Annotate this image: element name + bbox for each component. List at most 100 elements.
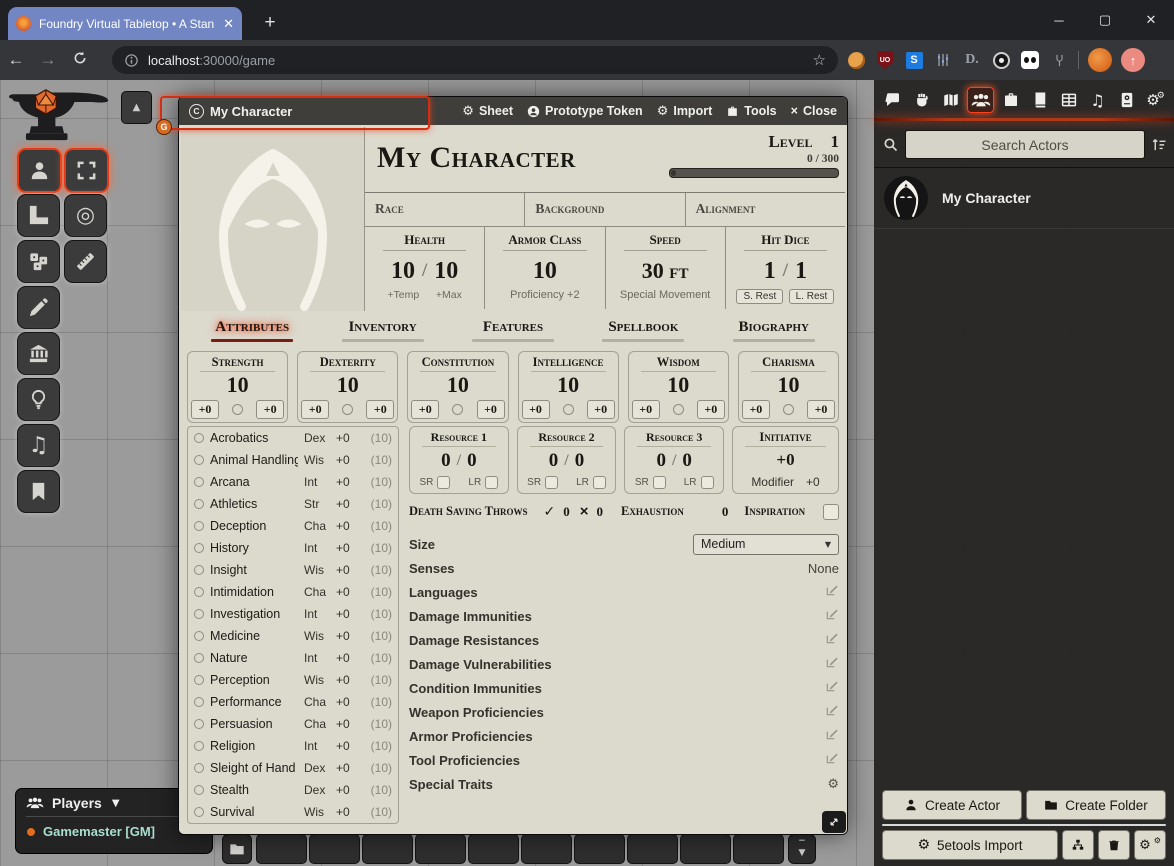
detail-field[interactable]: Race	[365, 193, 524, 226]
skill-proficiency-toggle[interactable]	[194, 785, 204, 795]
nav-collapse-button[interactable]: ▲	[121, 91, 152, 124]
select-targets-button[interactable]	[64, 148, 109, 193]
tab-actors-icon[interactable]	[967, 87, 994, 113]
hd-max[interactable]: 1	[795, 258, 807, 285]
health-block[interactable]: Health 10/10 +Temp+Max	[365, 227, 484, 309]
skill-row[interactable]: Nature Int +0 (10)	[188, 647, 398, 669]
ruler-tool-button[interactable]	[64, 240, 107, 283]
sort-icon[interactable]	[1151, 136, 1168, 153]
reload-button[interactable]	[64, 50, 96, 71]
skill-proficiency-toggle[interactable]	[194, 543, 204, 553]
size-select[interactable]: Medium ▼	[693, 534, 839, 555]
trait-edit-button[interactable]	[825, 703, 839, 722]
ability-block[interactable]: Wisdom 10 +0 +0	[628, 351, 729, 423]
skill-name[interactable]: Arcana	[210, 475, 298, 489]
window-header[interactable]: C My Character ⚙ Sheet	[179, 97, 847, 125]
browser-tab[interactable]: Foundry Virtual Tabletop • A Stan ✕	[8, 7, 242, 40]
hp-tempmax-label[interactable]: +Max	[436, 289, 462, 301]
resource-label[interactable]: Resource 2	[518, 430, 616, 445]
resource-block[interactable]: Resource 3 0/0 SR LR	[624, 426, 724, 494]
back-button[interactable]: ←	[0, 50, 32, 70]
skill-proficiency-toggle[interactable]	[194, 521, 204, 531]
actor-list-item[interactable]: My Character	[874, 168, 1174, 229]
skill-row[interactable]: Animal Handling Wis +0 (10)	[188, 449, 398, 471]
skill-row[interactable]: Medicine Wis +0 (10)	[188, 625, 398, 647]
resource-max[interactable]: 0	[682, 450, 692, 472]
lr-checkbox[interactable]	[701, 476, 714, 489]
inspiration-checkbox[interactable]	[823, 504, 839, 520]
fork-extension-icon[interactable]	[1049, 50, 1069, 70]
special-movement-label[interactable]: Special Movement	[606, 289, 725, 301]
long-rest-button[interactable]: L. Rest	[789, 289, 835, 304]
ability-check-mod[interactable]: +0	[807, 400, 835, 419]
tile-controls-button[interactable]	[17, 240, 60, 283]
journal-notes-button[interactable]	[17, 470, 60, 513]
macro-folder-button[interactable]	[222, 834, 252, 864]
sr-checkbox[interactable]	[437, 476, 450, 489]
resource-current[interactable]: 0	[441, 450, 451, 472]
death-success-count[interactable]: 0	[563, 504, 570, 520]
skill-row[interactable]: Insight Wis +0 (10)	[188, 559, 398, 581]
death-fail-icon[interactable]: ×	[580, 503, 589, 520]
skill-proficiency-toggle[interactable]	[194, 565, 204, 575]
proficiency-toggle[interactable]	[342, 404, 353, 415]
delete-button[interactable]	[1098, 830, 1130, 860]
initiative-modifier-value[interactable]: +0	[806, 475, 820, 489]
info-icon[interactable]	[124, 53, 139, 68]
configure-settings-button[interactable]: ⚙⚙	[1134, 830, 1166, 860]
skill-proficiency-toggle[interactable]	[194, 653, 204, 663]
skill-name[interactable]: Persuasion	[210, 717, 298, 731]
resource-max[interactable]: 0	[575, 450, 585, 472]
tab-scenes-icon[interactable]	[938, 89, 963, 111]
hd-current[interactable]: 1	[764, 258, 776, 285]
resource-max[interactable]: 0	[467, 450, 477, 472]
folder-tree-button[interactable]	[1062, 830, 1094, 860]
new-tab-button[interactable]: +	[256, 9, 284, 37]
death-success-icon[interactable]: ✓	[544, 504, 556, 520]
skill-proficiency-toggle[interactable]	[194, 763, 204, 773]
macro-slot[interactable]	[733, 834, 784, 864]
macro-page-button[interactable]: ▔▼	[788, 834, 816, 864]
sheet-tab[interactable]: Spellbook	[602, 317, 684, 342]
header-button[interactable]: Prototype Token	[527, 104, 643, 118]
hp-temp-label[interactable]: +Temp	[387, 289, 419, 301]
ability-score[interactable]: 10	[519, 373, 618, 397]
exhaustion-count[interactable]: 0	[722, 504, 729, 520]
skill-row[interactable]: Arcana Int +0 (10)	[188, 471, 398, 493]
trait-edit-button[interactable]	[825, 583, 839, 602]
tab-items-icon[interactable]	[998, 89, 1023, 111]
ability-score[interactable]: 10	[298, 373, 397, 397]
foundry-anvil-logo[interactable]	[6, 88, 110, 142]
robot-extension-icon[interactable]	[1020, 50, 1040, 70]
drawing-tools-button[interactable]	[17, 286, 60, 329]
proficiency-toggle[interactable]	[783, 404, 794, 415]
tab-close-icon[interactable]: ✕	[223, 16, 234, 32]
maximize-button[interactable]: ▢	[1082, 12, 1128, 28]
tab-playlists-icon[interactable]: ♫	[1085, 89, 1110, 111]
skill-name[interactable]: Perception	[210, 673, 298, 687]
skill-proficiency-toggle[interactable]	[194, 499, 204, 509]
ability-save-mod[interactable]: +0	[742, 400, 770, 419]
sr-checkbox[interactable]	[545, 476, 558, 489]
resource-current[interactable]: 0	[656, 450, 666, 472]
skill-row[interactable]: Stealth Dex +0 (10)	[188, 779, 398, 801]
macro-slot[interactable]	[627, 834, 678, 864]
death-fail-count[interactable]: 0	[597, 504, 604, 520]
skill-row[interactable]: Deception Cha +0 (10)	[188, 515, 398, 537]
ability-score[interactable]: 10	[188, 373, 287, 397]
lr-checkbox[interactable]	[593, 476, 606, 489]
ac-value[interactable]: 10	[533, 258, 557, 285]
tab-combat-icon[interactable]	[909, 89, 934, 111]
close-window-button[interactable]: ✕	[1128, 12, 1174, 28]
skill-name[interactable]: Performance	[210, 695, 298, 709]
ability-block[interactable]: Intelligence 10 +0 +0	[518, 351, 619, 423]
skill-name[interactable]: Deception	[210, 519, 298, 533]
players-header[interactable]: Players ▼	[26, 795, 202, 817]
ability-check-mod[interactable]: +0	[477, 400, 505, 419]
header-button[interactable]: × Close	[791, 104, 837, 118]
skill-row[interactable]: Survival Wis +0 (10)	[188, 801, 398, 823]
sliders-extension-icon[interactable]	[933, 50, 953, 70]
ability-score[interactable]: 10	[629, 373, 728, 397]
macro-slot[interactable]	[415, 834, 466, 864]
window-resize-handle[interactable]	[822, 811, 846, 833]
